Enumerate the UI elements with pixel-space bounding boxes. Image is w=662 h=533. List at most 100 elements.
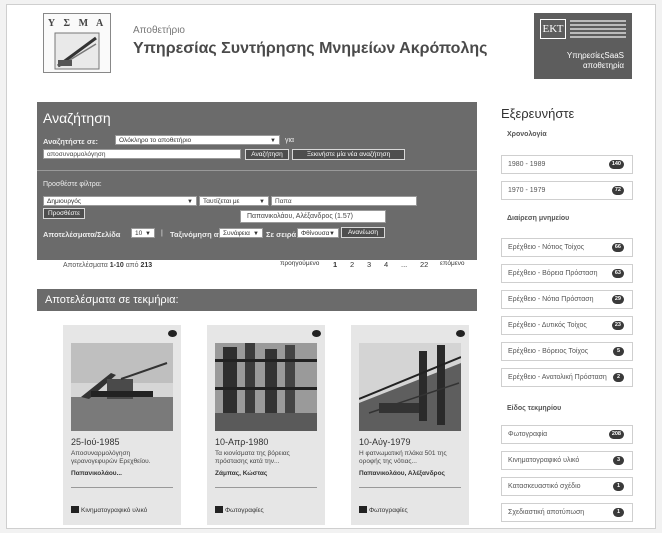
chevron-down-icon: ▼: [253, 231, 259, 237]
facet-count-badge: 2: [613, 373, 624, 382]
partner-name-line2: αποθετηρία: [582, 61, 624, 70]
facet-count-badge: 140: [608, 160, 624, 169]
filter-field-select[interactable]: Δημιουργός ▼: [43, 196, 197, 206]
facet-item[interactable]: Ερέχθειο - Νότια Πρόσταση 29: [501, 290, 633, 309]
order-value: Φθίνουσα: [301, 230, 330, 237]
facet-label: Σχεδιαστική αποτύπωση: [508, 509, 585, 516]
next-link[interactable]: επόμενο: [440, 260, 465, 267]
separator: |: [161, 230, 163, 237]
filter-op-value: Ταυτίζεται με: [203, 198, 240, 205]
eye-icon[interactable]: [168, 330, 177, 337]
site-title[interactable]: Υπηρεσίας Συντήρησης Μνημείων Ακρόπολης: [133, 40, 487, 58]
partner-logo-lines: [570, 20, 626, 40]
rpp-select[interactable]: 10 ▼: [131, 228, 155, 238]
result-card[interactable]: 10-Αύγ-1979 Η φατνωματική πλάκα 501 της …: [351, 325, 469, 525]
chevron-down-icon: ▼: [329, 231, 335, 237]
page: Υ Σ Μ Α Αποθετήριο Υπηρεσίας Συντήρησης …: [6, 4, 656, 529]
new-search-button[interactable]: Ξεκινήστε μία νέα αναζήτηση: [292, 149, 405, 160]
card-divider: [215, 487, 317, 488]
video-camera-icon: [71, 506, 79, 513]
facet-item[interactable]: 1980 - 1989 140: [501, 155, 633, 174]
search-button[interactable]: Αναζήτηση: [245, 149, 289, 160]
facet-item[interactable]: Ερέχθειο - Βόρεια Πρόσταση 63: [501, 264, 633, 283]
logo-emblem-icon: [54, 32, 100, 70]
card-title[interactable]: Αποσυναρμολόγηση γερανογεφυρών Ερεχθείου…: [71, 450, 175, 466]
card-type: Φωτογραφίες: [369, 507, 408, 514]
page-link[interactable]: 4: [384, 260, 388, 269]
thumbnail-image[interactable]: [71, 343, 173, 431]
facet-count-badge: 208: [608, 430, 624, 439]
result-card[interactable]: 10-Απρ-1980 Τα κιονίσματα της βόρειας πρ…: [207, 325, 325, 525]
card-divider: [359, 487, 461, 488]
divider: [37, 170, 477, 171]
card-title[interactable]: Η φατνωματική πλάκα 501 της οροφής της ν…: [359, 450, 463, 466]
partner-name: ΥπηρεσίεςSaaS αποθετηρία: [538, 51, 628, 71]
facet-item[interactable]: Κινηματογραφικό υλικό 3: [501, 451, 633, 470]
thumbnail-image[interactable]: [359, 343, 461, 431]
card-author: Παπανικολάου, Αλέξανδρος: [359, 470, 445, 477]
section-heading: Χρονολογία: [507, 131, 547, 138]
facet-label: Ερέχθειο - Νότιος Τοίχος: [508, 244, 585, 251]
search-scope-select[interactable]: Ολόκληρο το αποθετήριο ▼: [115, 135, 280, 145]
thumbnail-image[interactable]: [215, 343, 317, 431]
section-heading: Είδος τεκμηρίου: [507, 405, 562, 412]
card-title[interactable]: Τα κιονίσματα της βόρειας πρόστασης κατά…: [215, 450, 319, 466]
facet-item[interactable]: Κατασκευαστικό σχέδιο 1: [501, 477, 633, 496]
autocomplete-suggestion[interactable]: Παπανικολάου, Αλέξανδρος (1.57): [240, 210, 386, 223]
facet-item[interactable]: Ερέχθειο - Δυτικός Τοίχος 23: [501, 316, 633, 335]
sort-value: Συνάφεια: [223, 230, 250, 237]
search-panel: Αναζήτηση Αναζητήστε σε: Ολόκληρο το απο…: [37, 102, 477, 260]
facet-count-badge: 3: [613, 456, 624, 465]
add-filter-button[interactable]: Προσθέστε: [43, 208, 85, 219]
page-link[interactable]: 2: [350, 260, 354, 269]
eye-icon[interactable]: [312, 330, 321, 337]
page-link[interactable]: 1: [333, 260, 337, 269]
summary-of: από: [125, 262, 139, 269]
order-select[interactable]: Φθίνουσα ▼: [297, 228, 339, 238]
facet-item[interactable]: 1970 - 1979 72: [501, 181, 633, 200]
facet-item[interactable]: Ερέχθειο - Ανατολική Πρόσταση 2: [501, 368, 633, 387]
facet-label: Ερέχθειο - Βόρεια Πρόσταση: [508, 270, 598, 277]
search-heading: Αναζήτηση: [43, 110, 111, 126]
facet-item[interactable]: Ερέχθειο - Βόρειος Τοίχος 5: [501, 342, 633, 361]
section-heading: Διαίρεση μνημείου: [507, 215, 570, 222]
filter-op-select[interactable]: Ταυτίζεται με ▼: [199, 196, 269, 206]
summary-total: 213: [140, 262, 153, 269]
partner-logo-mark: ΕΚΤ: [540, 19, 566, 39]
partner-name-line1: Υπηρεσίες: [566, 51, 605, 60]
facet-count-badge: 5: [613, 347, 624, 356]
sort-select[interactable]: Συνάφεια ▼: [219, 228, 263, 238]
facet-label: Ερέχθειο - Δυτικός Τοίχος: [508, 322, 587, 329]
page-link[interactable]: 3: [367, 260, 371, 269]
partner-logo[interactable]: ΕΚΤ ΥπηρεσίεςSaaS αποθετηρία: [534, 13, 632, 79]
page-ellipsis: ...: [401, 260, 408, 269]
search-input[interactable]: αποσυναρμολόγηση: [43, 149, 241, 159]
facet-item[interactable]: Σχεδιαστική αποτύπωση 1: [501, 503, 633, 522]
rpp-value: 10: [135, 230, 143, 237]
explore-title: Εξερευνήστε: [501, 106, 575, 121]
page-link[interactable]: 22: [420, 260, 428, 269]
summary-prefix: Αποτελέσματα: [63, 262, 108, 269]
prev-link[interactable]: προηγούμενο: [280, 260, 319, 267]
site-logo[interactable]: Υ Σ Μ Α: [43, 13, 111, 73]
result-card[interactable]: 25-Ιού-1985 Αποσυναρμολόγηση γερανογεφυρ…: [63, 325, 181, 525]
facet-label: 1980 - 1989: [508, 161, 546, 168]
facet-label: Κινηματογραφικό υλικό: [508, 457, 580, 464]
facet-count-badge: 1: [613, 508, 624, 517]
update-button[interactable]: Ανανέωση: [341, 227, 385, 238]
chevron-down-icon: ▼: [259, 199, 265, 205]
facet-item[interactable]: Ερέχθειο - Νότιος Τοίχος 66: [501, 238, 633, 257]
facet-label: Ερέχθειο - Βόρειος Τοίχος: [508, 348, 589, 355]
facet-item[interactable]: Φωτογραφία 208: [501, 425, 633, 444]
card-author: Ζάμπας, Κώστας: [215, 470, 268, 477]
chevron-down-icon: ▼: [270, 138, 276, 144]
eye-icon[interactable]: [456, 330, 465, 337]
facet-count-badge: 29: [611, 295, 624, 304]
filter-value-input[interactable]: Παπα: [271, 196, 417, 206]
results-summary: Αποτελέσματα 1-10 από 213: [63, 262, 152, 269]
partner-name-highlight: SaaS: [604, 51, 624, 60]
rpp-label: Αποτελέσματα/Σελίδα: [43, 230, 121, 239]
photo-icon: [359, 506, 367, 513]
order-label: Σε σειρά: [266, 230, 297, 239]
site-subtitle: Αποθετήριο: [133, 25, 185, 36]
